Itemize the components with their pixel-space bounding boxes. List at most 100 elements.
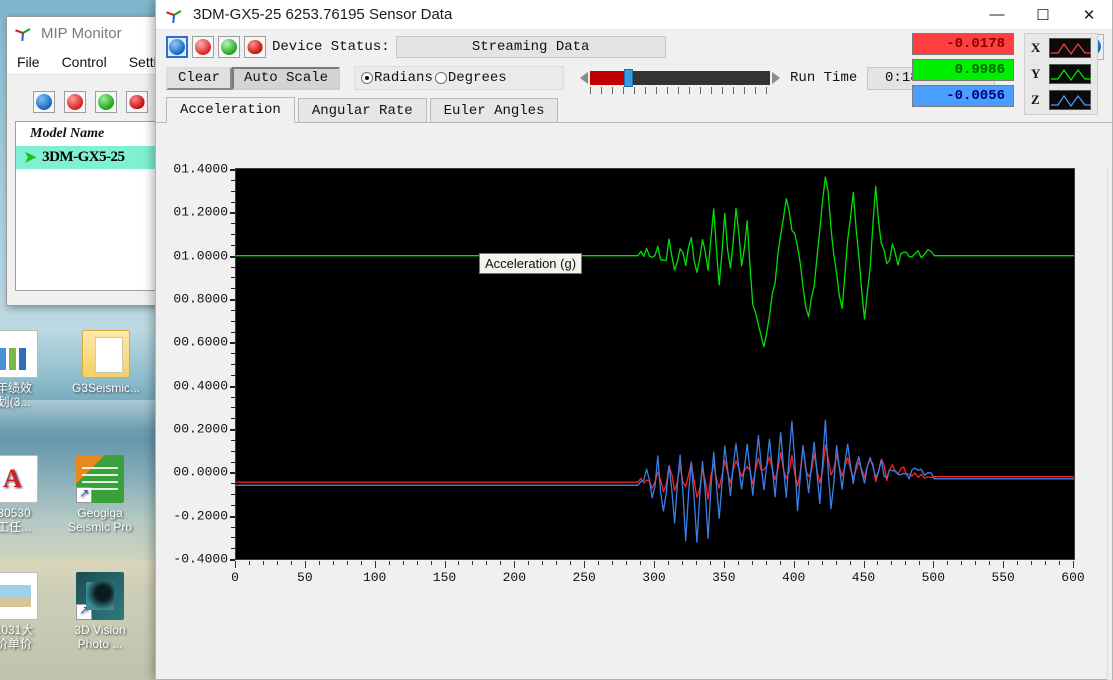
window-title: 3DM-GX5-25 6253.76195 Sensor Data [193, 6, 974, 23]
mip-model-name: 3DM-GX5-25 [42, 149, 124, 166]
x-axis-tick [445, 561, 446, 568]
tab-acceleration[interactable]: Acceleration [166, 97, 295, 123]
y-axis-tick-label: 00.2000 [173, 422, 228, 437]
x-axis-labels: 050100150200250300350400450500550600 [235, 570, 1075, 590]
legend-waveform-thumbnail-icon[interactable] [1049, 90, 1091, 110]
record-button[interactable] [244, 36, 266, 58]
x-axis-tick-label: 600 [1061, 570, 1084, 585]
x-axis-tick-label: 50 [297, 570, 313, 585]
3d-vision-icon[interactable]: 3D VisionPhoto ... [52, 572, 148, 651]
x-axis-tick-label: 100 [363, 570, 386, 585]
y-axis-tick-label: -0.2000 [173, 508, 228, 523]
sensor-data-window[interactable]: 3DM-GX5-25 6253.76195 Sensor Data — ☐ ✕ … [155, 0, 1113, 680]
slider-track[interactable] [590, 71, 770, 85]
x-axis-minor-tick [291, 561, 292, 565]
slider-left-arrow-icon[interactable] [580, 72, 588, 84]
time-slider[interactable] [580, 71, 780, 85]
x-axis-minor-tick [836, 561, 837, 565]
mip-pause-button[interactable] [95, 91, 117, 113]
y-axis-tick-label: 01.2000 [173, 205, 228, 220]
slider-thumb[interactable] [624, 69, 633, 87]
x-axis-minor-tick [682, 561, 683, 565]
tab-euler-angles[interactable]: Euler Angles [430, 98, 559, 122]
mip-play-button[interactable] [33, 91, 55, 113]
x-axis-minor-tick [542, 561, 543, 565]
plot-canvas[interactable]: Acceleration (g) [235, 168, 1075, 560]
x-axis-minor-tick [1045, 561, 1046, 565]
legend-row-x: X [1031, 37, 1091, 59]
legend-values: -0.01780.9986-0.0056 [912, 33, 1014, 115]
window-titlebar[interactable]: 3DM-GX5-25 6253.76195 Sensor Data — ☐ ✕ [156, 0, 1112, 30]
y-axis-tick-label: 01.4000 [173, 162, 228, 177]
auto-scale-button[interactable]: Auto Scale [232, 67, 340, 90]
mip-stop-button[interactable] [64, 91, 86, 113]
x-axis-tick [864, 561, 865, 568]
waveform-series-y [236, 177, 1074, 347]
x-axis-minor-tick [640, 561, 641, 565]
x-axis-minor-tick [472, 561, 473, 565]
x-axis-tick-label: 500 [922, 570, 945, 585]
desktop-icon-label: G3Seismic... [58, 381, 154, 395]
legend-waveform-thumbnail-icon[interactable] [1049, 38, 1091, 58]
y-axis-tick-label: 00.4000 [173, 378, 228, 393]
excel-file-glyph-icon [0, 330, 38, 378]
clear-button[interactable]: Clear [166, 67, 232, 90]
x-axis-ticks [235, 561, 1075, 569]
maximize-button[interactable]: ☐ [1020, 0, 1066, 29]
pause-button[interactable] [218, 36, 240, 58]
x-axis-minor-tick [808, 561, 809, 565]
x-axis-minor-tick [696, 561, 697, 565]
x-axis-minor-tick [668, 561, 669, 565]
y-axis-tick-label: -0.4000 [173, 552, 228, 567]
x-axis-minor-tick [528, 561, 529, 565]
close-button[interactable]: ✕ [1066, 0, 1112, 29]
minimize-button[interactable]: — [974, 0, 1020, 29]
legend-waveform-thumbnail-icon[interactable] [1049, 64, 1091, 84]
vertical-scrollbar[interactable] [1107, 168, 1112, 680]
x-axis-minor-tick [263, 561, 264, 565]
x-axis-minor-tick [822, 561, 823, 565]
legend-value-z: -0.0056 [912, 85, 1014, 107]
x-axis-tick-label: 450 [852, 570, 875, 585]
x-axis-tick-label: 150 [433, 570, 456, 585]
slider-right-arrow-icon[interactable] [772, 72, 780, 84]
stop-button[interactable] [192, 36, 214, 58]
x-axis-tick [1073, 561, 1074, 568]
x-axis-tick-label: 250 [572, 570, 595, 585]
x-axis-minor-tick [333, 561, 334, 565]
x-axis-minor-tick [989, 561, 990, 565]
mip-menu-settings[interactable]: Setti [129, 54, 157, 70]
radians-radio[interactable] [361, 72, 373, 84]
mip-menu-file[interactable]: File [17, 54, 40, 70]
device-status-value: Streaming Data [396, 36, 666, 58]
desktop-icon-label: Seismic Pro [52, 520, 148, 534]
x-axis-minor-tick [919, 561, 920, 565]
x-axis-tick-label: 200 [503, 570, 526, 585]
chart-area: 01.400001.200001.000000.800000.600000.40… [156, 168, 1113, 680]
x-axis-minor-tick [710, 561, 711, 565]
legend-row-y: Y [1031, 63, 1091, 85]
x-axis-minor-tick [277, 561, 278, 565]
run-time-label: Run Time [790, 70, 857, 86]
y-axis-tick-label: 00.0000 [173, 465, 228, 480]
mip-record-button[interactable] [126, 91, 148, 113]
excel-file-icon[interactable]: 年绩效划(3... [0, 330, 62, 409]
units-radio-group[interactable]: Radians Degrees [354, 66, 564, 90]
x-axis-minor-tick [752, 561, 753, 565]
degrees-label: Degrees [448, 70, 507, 86]
row-arrow-icon: ➤ [24, 148, 36, 167]
tab-angular-rate[interactable]: Angular Rate [298, 98, 427, 122]
degrees-radio[interactable] [435, 72, 447, 84]
x-axis-minor-tick [766, 561, 767, 565]
legend-axis-label: X [1031, 40, 1041, 56]
x-axis-minor-tick [1031, 561, 1032, 565]
desktop-icon-label: 划(3... [0, 395, 62, 409]
folder-icon[interactable]: G3Seismic... [58, 330, 154, 395]
play-button[interactable] [166, 36, 188, 58]
desktop-icon-label: 3D Vision [52, 623, 148, 637]
geogiga-icon[interactable]: GeogigaSeismic Pro [52, 455, 148, 534]
x-axis-tick-label: 400 [782, 570, 805, 585]
y-axis-labels: 01.400001.200001.000000.800000.600000.40… [164, 168, 228, 560]
x-axis-minor-tick [570, 561, 571, 565]
mip-menu-control[interactable]: Control [62, 54, 107, 70]
